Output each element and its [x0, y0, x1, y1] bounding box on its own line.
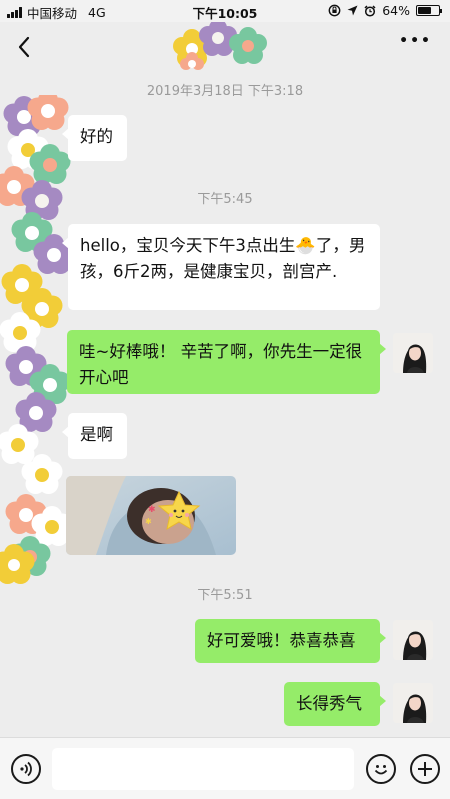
user-avatar[interactable] [393, 620, 433, 660]
location-icon [347, 5, 358, 16]
flower-garland-icon [0, 95, 75, 584]
svg-text:✱: ✱ [148, 505, 156, 515]
user-avatar[interactable] [393, 333, 433, 373]
nav-bar: ••• [0, 22, 450, 72]
more-options-button[interactable]: ••• [399, 34, 432, 48]
voice-icon [20, 761, 32, 777]
message-input[interactable] [52, 748, 354, 790]
flower-decoration-icon [173, 22, 267, 70]
input-bar [0, 737, 450, 799]
rotation-lock-icon [328, 4, 341, 17]
voice-button[interactable] [11, 754, 41, 784]
status-right: 64% [328, 3, 442, 18]
outgoing-message[interactable]: 哇~好棒哦！ 辛苦了啊，你先生一定很开心吧 [67, 330, 386, 394]
plus-button[interactable] [410, 754, 440, 784]
svg-text:✱: ✱ [145, 517, 152, 526]
user-avatar[interactable] [393, 683, 433, 723]
alarm-icon [364, 4, 376, 17]
incoming-message[interactable]: 是啊 [62, 413, 127, 459]
chat-timestamp: 下午5:45 [197, 192, 253, 207]
battery-percent: 64% [382, 3, 410, 18]
outgoing-message[interactable]: 长得秀气 [284, 682, 386, 726]
plus-icon [418, 762, 432, 776]
battery-icon [416, 5, 442, 16]
emoji-button[interactable] [366, 754, 396, 784]
status-bar: 中国移动 4G 下午10:05 64% [0, 0, 450, 22]
baby-photo-message[interactable]: ✱ ✱ [66, 476, 236, 555]
chat-timestamp: 下午5:51 [197, 588, 253, 603]
back-chevron-icon[interactable] [12, 32, 38, 62]
battery-fill [418, 7, 431, 14]
incoming-message[interactable]: hello，宝贝今天下午3点出生🐣了，男孩，6斤2两，是健康宝贝，剖宫产. [62, 224, 380, 310]
incoming-message[interactable]: 好的 [62, 115, 127, 161]
chat-timestamp: 2019年3月18日 下午3:18 [146, 84, 304, 99]
emoji-icon [374, 765, 388, 775]
outgoing-message[interactable]: 好可爱哦！恭喜恭喜 [195, 619, 386, 663]
